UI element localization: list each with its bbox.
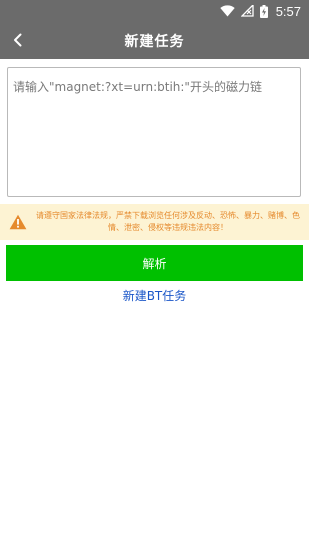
legal-notice-text: 请遵守国家法律法规，严禁下载浏览任何涉及反动、恐怖、暴力、赌博、色情、泄密、侵权… xyxy=(36,211,300,232)
status-time: 5:57 xyxy=(275,3,301,19)
status-bar: 5:57 xyxy=(0,0,309,22)
warning-icon xyxy=(9,214,27,230)
chevron-left-icon xyxy=(14,33,22,47)
app-bar: 新建任务 xyxy=(0,22,309,59)
legal-notice: 请遵守国家法律法规，严禁下载浏览任何涉及反动、恐怖、暴力、赌博、色情、泄密、侵权… xyxy=(0,204,309,240)
wifi-icon xyxy=(219,5,235,17)
battery-charging-icon xyxy=(259,4,268,18)
back-button[interactable] xyxy=(4,26,32,54)
parse-button[interactable]: 解析 xyxy=(6,245,303,281)
magnet-link-input[interactable] xyxy=(7,67,301,197)
page-title: 新建任务 xyxy=(124,33,185,50)
new-bt-task-link[interactable]: 新建BT任务 xyxy=(0,287,309,305)
signal-off-icon xyxy=(240,5,254,17)
